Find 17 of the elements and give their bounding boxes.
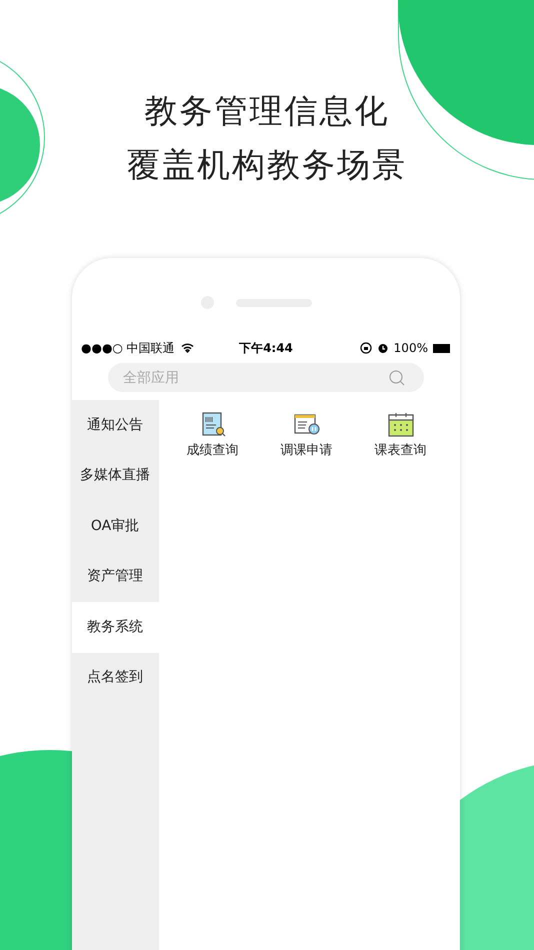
report-card-icon	[200, 412, 226, 438]
app-tile[interactable]: 调课申请	[266, 412, 346, 470]
search-icon[interactable]	[388, 370, 406, 386]
app-tile[interactable]: 成绩查询	[172, 412, 252, 470]
app-tile[interactable]: 课表查询	[360, 412, 440, 470]
sidebar-item[interactable]: 教务系统	[72, 602, 158, 652]
alarm-icon	[376, 342, 389, 354]
battery-percent: 100%	[394, 340, 428, 357]
clock-time: 下午4:44	[239, 340, 293, 357]
search-field[interactable]: 全部应用	[108, 363, 424, 392]
rotation-lock-icon	[360, 342, 372, 354]
battery-icon	[432, 344, 451, 352]
wifi-icon	[180, 343, 194, 353]
headline-subtitle: 覆盖机构教务场景	[127, 144, 407, 186]
headline-title: 教务管理信息化	[144, 90, 390, 132]
carrier-text: ●●●○ 中国联通	[81, 340, 175, 357]
calendar-icon	[386, 412, 414, 438]
